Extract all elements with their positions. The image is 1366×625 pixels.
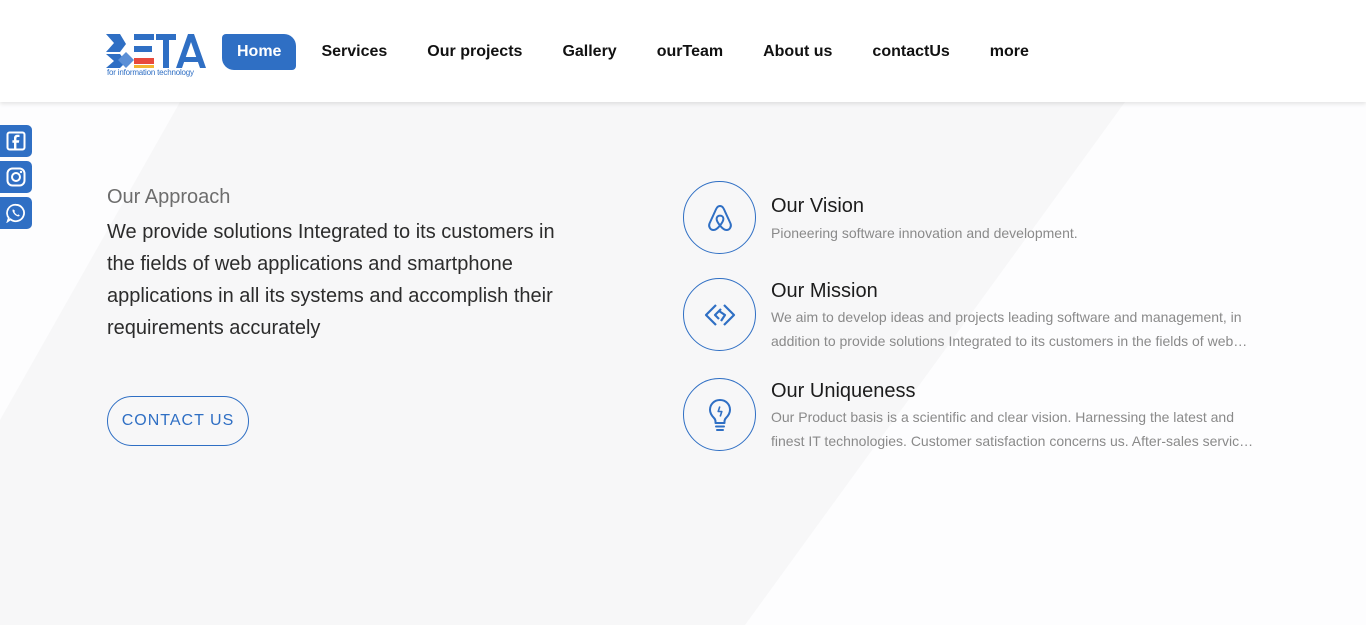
mission-description: We aim to develop ideas and projects lea… (771, 309, 1242, 349)
mission-title: Our Mission (771, 280, 878, 302)
uniqueness-title: Our Uniqueness (771, 380, 916, 402)
approach-text: We provide solutions Integrated to its c… (107, 221, 555, 339)
instagram-button[interactable] (0, 161, 32, 193)
nav-services[interactable]: Services (321, 34, 387, 70)
lightbulb-icon (708, 398, 731, 431)
uniqueness-description: Our Product basis is a scientific and cl… (771, 409, 1247, 449)
uniqueness-icon-circle (683, 378, 756, 451)
nav-our-projects[interactable]: Our projects (427, 34, 522, 70)
nav-gallery[interactable]: Gallery (562, 34, 616, 70)
facebook-button[interactable] (0, 125, 32, 157)
whatsapp-button[interactable] (0, 197, 32, 229)
vision-description: Pioneering software innovation and devel… (771, 225, 1078, 241)
facebook-icon (6, 131, 26, 151)
whatsapp-icon (6, 203, 25, 223)
airbnb-icon (707, 204, 732, 231)
code-diamond-icon (704, 303, 735, 326)
instagram-icon (6, 167, 26, 187)
contact-us-button[interactable]: CONTACT US (107, 396, 249, 446)
nav-home[interactable]: Home (222, 34, 297, 70)
nav-contact-us[interactable]: contactUs (872, 34, 949, 70)
social-sidebar (0, 125, 32, 233)
logo-tagline: for information technology (107, 68, 194, 77)
nav-more[interactable]: more (990, 34, 1029, 70)
nav-our-team[interactable]: ourTeam (657, 34, 723, 70)
vision-title: Our Vision (771, 195, 865, 217)
mission-icon-circle (683, 278, 756, 351)
vision-icon-circle (683, 181, 756, 254)
site-header: for information technology Home Services… (0, 0, 1366, 102)
approach-heading: Our Approach (107, 186, 231, 208)
nav-about-us[interactable]: About us (763, 34, 832, 70)
main-nav: Home Services Our projects Gallery ourTe… (222, 34, 1029, 70)
